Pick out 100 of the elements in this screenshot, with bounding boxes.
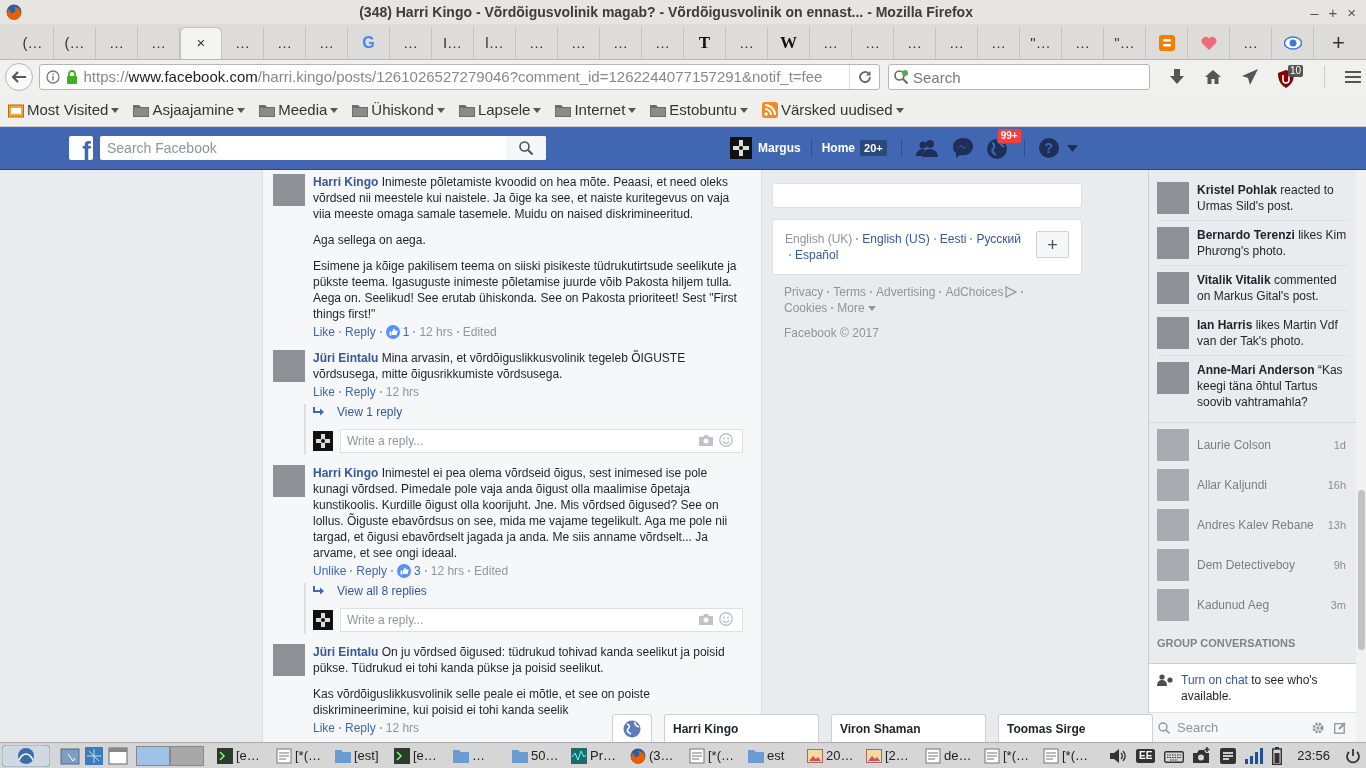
browser-tab[interactable]: … bbox=[222, 27, 264, 59]
browser-tab[interactable]: … bbox=[852, 27, 894, 59]
browser-tab[interactable]: … bbox=[1062, 27, 1104, 59]
browser-tab[interactable]: … bbox=[306, 27, 348, 59]
like-link[interactable]: Unlike bbox=[313, 563, 347, 579]
taskbar-button[interactable]: [2… bbox=[863, 744, 922, 767]
add-language-button[interactable]: + bbox=[1036, 231, 1069, 258]
bookmark-folder[interactable]: Asjaajamine bbox=[152, 98, 235, 122]
profile-link[interactable]: Margus bbox=[758, 139, 801, 157]
bookmark-folder[interactable]: Meedia bbox=[278, 98, 328, 122]
browser-tab[interactable]: "… bbox=[1104, 27, 1146, 59]
activity-text[interactable]: Ian Harris likes Martin Vdf van der Tak's photo. bbox=[1197, 317, 1348, 349]
taskbar-button[interactable]: (3… bbox=[627, 744, 686, 767]
menu-icon[interactable] bbox=[1345, 70, 1361, 84]
search-field[interactable]: Search bbox=[888, 64, 1150, 90]
search-button[interactable] bbox=[506, 136, 546, 160]
contact-name[interactable]: Dem Detectiveboy bbox=[1197, 556, 1326, 574]
browser-tab[interactable]: … bbox=[642, 27, 684, 59]
compose-icon[interactable] bbox=[1334, 722, 1346, 734]
contact-name[interactable]: Allar Kaljundi bbox=[1197, 476, 1320, 494]
keyboard-icon[interactable] bbox=[1164, 748, 1185, 763]
friends-icon[interactable] bbox=[915, 139, 940, 157]
author-link[interactable]: Jüri Eintalu bbox=[313, 645, 379, 659]
browser-tab[interactable]: … bbox=[894, 27, 936, 59]
thumbs-up-icon[interactable] bbox=[385, 325, 400, 339]
browser-tab[interactable]: T bbox=[684, 27, 726, 59]
browser-tab[interactable]: … bbox=[264, 27, 306, 59]
keyboard-layout-indicator[interactable]: EE bbox=[1136, 748, 1156, 763]
taskbar-button[interactable]: [e… bbox=[391, 744, 450, 767]
chat-tab[interactable]: Harri Kingo bbox=[664, 714, 819, 742]
contact-name[interactable]: Kadunud Aeg bbox=[1197, 596, 1323, 614]
window-control-button[interactable]: + bbox=[1328, 4, 1338, 20]
chat-bubble-icon[interactable] bbox=[951, 137, 974, 159]
like-link[interactable]: Like bbox=[313, 720, 335, 736]
reply-link[interactable]: Reply bbox=[345, 720, 376, 736]
launcher-menu-icon[interactable] bbox=[2, 744, 50, 767]
browser-tab[interactable]: W bbox=[768, 27, 810, 59]
browser-tab[interactable]: … bbox=[810, 27, 852, 59]
network-icon[interactable] bbox=[84, 745, 104, 766]
language-link[interactable]: English (US) bbox=[862, 231, 930, 247]
bookmark-folder[interactable]: Estobuntu bbox=[669, 98, 737, 122]
language-link[interactable]: Русский bbox=[976, 231, 1021, 247]
taskbar-button[interactable]: … bbox=[450, 744, 509, 767]
window-control-button[interactable]: × bbox=[1347, 4, 1356, 20]
thumbs-up-icon[interactable] bbox=[397, 564, 412, 578]
window-icon[interactable] bbox=[108, 745, 128, 766]
window-control-button[interactable]: – bbox=[1310, 4, 1319, 20]
taskbar-button[interactable]: de… bbox=[922, 744, 981, 767]
back-button[interactable] bbox=[5, 63, 33, 91]
view-replies-link[interactable]: View 1 reply bbox=[337, 404, 403, 420]
language-link[interactable]: Español bbox=[795, 247, 839, 263]
bookmark-folder[interactable]: Lapsele bbox=[477, 98, 531, 122]
view-replies-link[interactable]: View all 8 replies bbox=[337, 583, 427, 599]
gear-icon[interactable] bbox=[1312, 722, 1324, 734]
browser-tab[interactable]: … bbox=[516, 27, 558, 59]
notes-icon[interactable] bbox=[1220, 747, 1237, 764]
reaction-count[interactable]: 1 bbox=[402, 324, 410, 340]
taskbar-button[interactable]: [e… bbox=[214, 744, 273, 767]
browser-tab[interactable]: (… bbox=[54, 27, 96, 59]
power-icon[interactable] bbox=[1344, 747, 1361, 764]
like-link[interactable]: Like bbox=[313, 384, 335, 400]
camera-icon[interactable] bbox=[1193, 746, 1212, 765]
language-link[interactable]: Eesti bbox=[939, 231, 967, 247]
browser-tab[interactable]: … bbox=[726, 27, 768, 59]
browser-tab[interactable]: l… bbox=[474, 27, 516, 59]
taskbar-button[interactable]: Pr… bbox=[568, 744, 627, 767]
chat-tab[interactable]: Viron Shaman bbox=[831, 714, 986, 742]
chat-tab[interactable]: Toomas Sirge bbox=[998, 714, 1153, 742]
activity-text[interactable]: Bernardo Terenzi likes Kim Phương's photo. bbox=[1197, 227, 1348, 259]
bookmark-folder[interactable]: Internet bbox=[574, 98, 626, 122]
like-link[interactable]: Like bbox=[313, 324, 335, 340]
home-icon[interactable] bbox=[1204, 69, 1222, 85]
home-link[interactable]: Home bbox=[821, 139, 856, 157]
taskbar-button[interactable]: [*(… bbox=[1040, 744, 1099, 767]
taskbar-button[interactable]: est bbox=[745, 744, 804, 767]
bookmark-folder[interactable]: Värsked uudised bbox=[780, 98, 893, 122]
browser-tab[interactable]: … bbox=[978, 27, 1020, 59]
new-tab-button[interactable]: + bbox=[1328, 27, 1349, 59]
speaker-icon[interactable] bbox=[1109, 747, 1127, 764]
browser-tab[interactable]: … bbox=[600, 27, 642, 59]
address-bar[interactable]: https://www.facebook.com/harri.kingo/posts/1261026527279046?comment_id=1262244077157291&notif_t=fee bbox=[38, 64, 880, 90]
browser-tab[interactable]: × bbox=[180, 27, 222, 59]
download-icon[interactable] bbox=[1170, 69, 1184, 85]
reaction-count[interactable]: 3 bbox=[414, 563, 421, 579]
activity-text[interactable]: Kristel Pohlak reacted to Urmas Sild's post. bbox=[1197, 182, 1348, 214]
browser-tab[interactable]: … bbox=[390, 27, 432, 59]
browser-tab[interactable]: … bbox=[1230, 27, 1272, 59]
signal-icon[interactable] bbox=[1245, 747, 1264, 764]
activity-text[interactable]: Vitalik Vitalik commented on Markus Gital's post. bbox=[1197, 272, 1348, 304]
browser-tab[interactable]: (… bbox=[12, 27, 54, 59]
taskbar-button[interactable]: [*(… bbox=[981, 744, 1040, 767]
taskbar-button[interactable]: [*(… bbox=[686, 744, 745, 767]
contact-name[interactable]: Laurie Colson bbox=[1197, 436, 1326, 454]
browser-tab[interactable]: I… bbox=[432, 27, 474, 59]
site-logo[interactable]: f bbox=[69, 136, 93, 160]
browser-tab[interactable]: … bbox=[936, 27, 978, 59]
reply-link[interactable]: Reply bbox=[356, 563, 388, 579]
taskbar-button[interactable]: 50… bbox=[509, 744, 568, 767]
turn-on-chat-link[interactable]: Turn on chat bbox=[1181, 673, 1248, 687]
browser-tab[interactable]: "… bbox=[1020, 27, 1062, 59]
